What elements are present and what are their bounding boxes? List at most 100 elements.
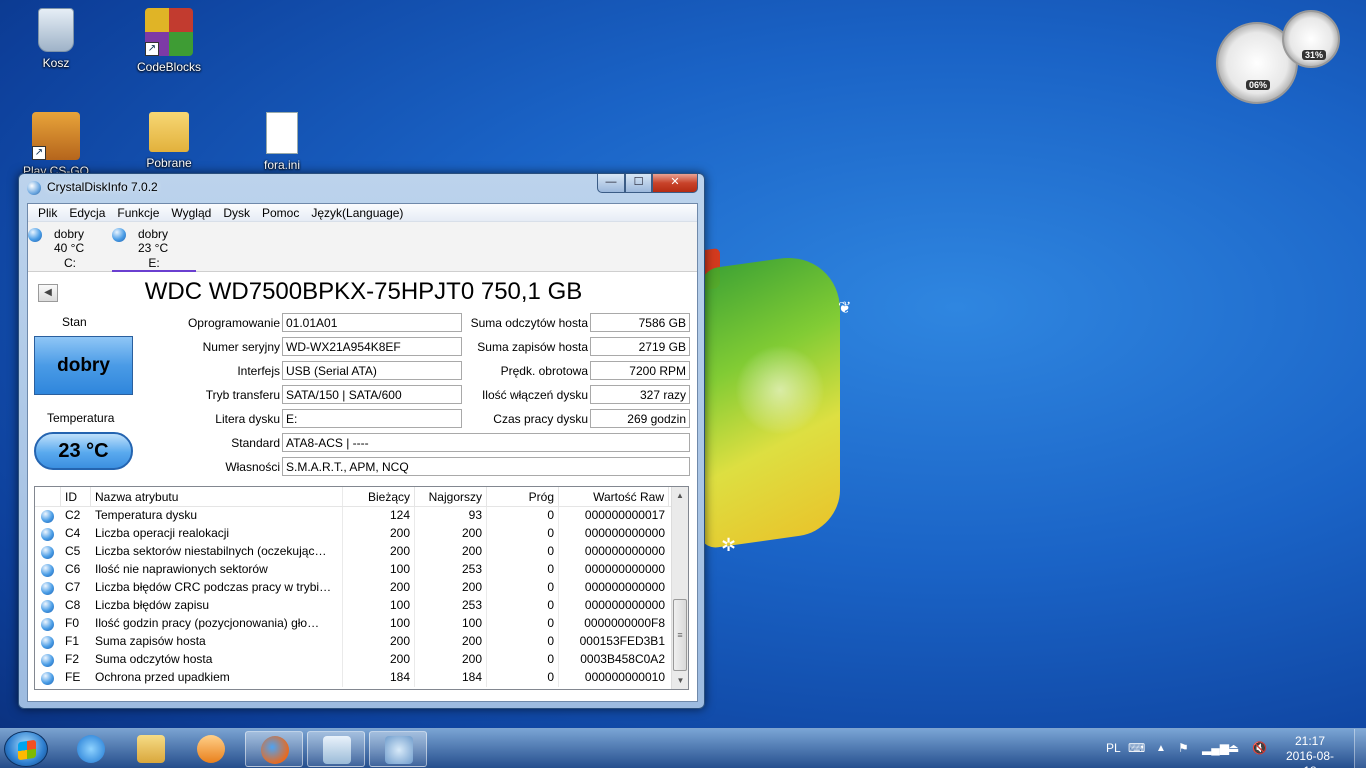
taskbar-firefox[interactable]	[245, 731, 303, 767]
cpu-meter-gadget[interactable]: 06% 31%	[1216, 10, 1341, 105]
host-writes-field: 2719 GB	[590, 337, 690, 356]
drive-letter-field: E:	[282, 409, 462, 428]
temperature-button[interactable]: 23 °C	[34, 432, 133, 470]
current-value: 200	[343, 633, 415, 651]
attribute-status-cell	[35, 633, 61, 651]
start-button[interactable]	[4, 731, 48, 767]
desktop-icon-codeblocks[interactable]: ↗ CodeBlocks	[129, 8, 209, 74]
raw-value: 000000000010	[584, 670, 665, 684]
maximize-button[interactable]: ☐	[625, 174, 652, 193]
disk-tab-e[interactable]: dobry 23 °C E:	[112, 224, 196, 272]
taskbar-notepad[interactable]	[307, 731, 365, 767]
health-status-icon	[41, 618, 54, 631]
raw-value: 000000000000	[584, 526, 665, 540]
menu-jezyk[interactable]: Język(Language)	[305, 204, 409, 221]
column-header-threshold[interactable]: Próg	[487, 487, 559, 506]
menu-funkcje[interactable]: Funkcje	[111, 204, 165, 221]
desktop-icon-fora-ini[interactable]: fora.ini	[242, 112, 322, 172]
scrollbar-thumb[interactable]: ≡	[673, 599, 687, 671]
column-header-name[interactable]: Nazwa atrybutu	[91, 487, 343, 506]
table-row[interactable]: F2 Suma odczytów hosta 200 200 0 0003B458C0A2	[35, 651, 688, 669]
health-status-icon	[41, 528, 54, 541]
raw-value: 000000000017	[584, 508, 665, 522]
column-header-current[interactable]: Bieżący	[343, 487, 415, 506]
table-row[interactable]: C5 Liczba sektorów niestabilnych (oczekuj…	[35, 543, 688, 561]
host-writes-label: Suma zapisów hosta	[477, 340, 588, 354]
taskbar-explorer[interactable]	[122, 731, 180, 767]
minimize-button[interactable]: —	[597, 174, 625, 193]
menu-edycja[interactable]: Edycja	[63, 204, 111, 221]
taskbar-crystaldiskinfo[interactable]	[369, 731, 427, 767]
vertical-scrollbar[interactable]: ▲ ≡ ▼	[671, 487, 688, 689]
taskbar-media-player[interactable]	[182, 731, 240, 767]
menu-plik[interactable]: Plik	[32, 204, 63, 221]
worst-value: 200	[415, 651, 487, 669]
network-signal-icon[interactable]: ▂▄▆	[1202, 741, 1229, 755]
health-status-icon	[41, 546, 54, 559]
language-indicator[interactable]: PL	[1106, 741, 1121, 755]
threshold-value: 0	[487, 561, 559, 579]
disk-tab-c[interactable]: dobry 40 °C C:	[28, 224, 112, 270]
menu-wyglad[interactable]: Wygląd	[165, 204, 217, 221]
show-desktop-button[interactable]	[1354, 729, 1366, 768]
table-row[interactable]: C4 Liczba operacji realokacji 200 200 0 00000…	[35, 525, 688, 543]
table-row[interactable]: FE Ochrona przed upadkiem 184 184 0 000000000…	[35, 669, 688, 687]
scroll-up-arrow-icon[interactable]: ▲	[672, 487, 688, 504]
attribute-id: C4	[65, 526, 81, 540]
health-status-icon	[41, 510, 54, 523]
threshold-value: 0	[487, 633, 559, 651]
desktop-icon-downloads[interactable]: Pobrane	[129, 112, 209, 170]
show-hidden-icons-icon[interactable]: ▲	[1156, 743, 1166, 754]
power-on-count-label: Ilość włączeń dysku	[481, 388, 588, 402]
attribute-name: Ilość nie naprawionych sektorów	[91, 561, 343, 579]
explorer-icon	[137, 735, 165, 763]
menu-dysk[interactable]: Dysk	[217, 204, 256, 221]
internet-explorer-icon	[77, 735, 105, 763]
table-row[interactable]: F0 Ilość godzin pracy (pozycjonowania) gł…	[35, 615, 688, 633]
status-column-header[interactable]	[35, 487, 61, 506]
title-bar[interactable]: CrystalDiskInfo 7.0.2 — ☐ ✕	[19, 174, 704, 202]
raw-value: 000000000000	[584, 562, 665, 576]
table-row[interactable]: C2 Temperatura dysku 124 93 0 000000000017	[35, 507, 688, 525]
action-center-flag-icon[interactable]: ⚑	[1178, 741, 1189, 755]
worst-value: 200	[415, 525, 487, 543]
system-clock[interactable]: 21:17 2016-08-18	[1280, 734, 1340, 768]
table-row[interactable]: F1 Suma zapisów hosta 200 200 0 000153FED3B1	[35, 633, 688, 651]
close-button[interactable]: ✕	[652, 174, 698, 193]
interface-field: USB (Serial ATA)	[282, 361, 462, 380]
worst-value: 253	[415, 561, 487, 579]
power-on-count-field: 327 razy	[590, 385, 690, 404]
attribute-name: Liczba operacji realokacji	[91, 525, 343, 543]
codeblocks-icon: ↗	[145, 8, 193, 56]
table-row[interactable]: C8 Liczba błędów zapisu 100 253 0 00000000000…	[35, 597, 688, 615]
scroll-down-arrow-icon[interactable]: ▼	[672, 672, 688, 689]
table-row[interactable]: C6 Ilość nie naprawionych sektorów 100 253 0…	[35, 561, 688, 579]
attribute-status-cell	[35, 669, 61, 687]
previous-disk-button[interactable]: ◀	[38, 284, 58, 302]
threshold-value: 0	[487, 669, 559, 687]
window-client-area: Plik Edycja Funkcje Wygląd Dysk Pomoc Ję…	[27, 203, 698, 702]
smart-attributes-table[interactable]: ID Nazwa atrybutu Bieżący Najgorszy Próg…	[34, 486, 689, 690]
attribute-status-cell	[35, 561, 61, 579]
host-reads-field: 7586 GB	[590, 313, 690, 332]
desktop-icon-csgo[interactable]: ↗ Play CS-GO	[16, 112, 96, 178]
menu-pomoc[interactable]: Pomoc	[256, 204, 305, 221]
taskbar-internet-explorer[interactable]	[62, 731, 120, 767]
table-row[interactable]: C7 Liczba błędów CRC podczas pracy w tryb…	[35, 579, 688, 597]
health-status-button[interactable]: dobry	[34, 336, 133, 395]
threshold-value: 0	[487, 543, 559, 561]
current-value: 184	[343, 669, 415, 687]
keyboard-icon[interactable]: ⌨	[1128, 741, 1145, 755]
transfer-mode-label: Tryb transferu	[205, 388, 280, 402]
table-body: C2 Temperatura dysku 124 93 0 000000000017 C4 L…	[35, 507, 688, 687]
column-header-raw[interactable]: Wartość Raw	[559, 487, 669, 506]
desktop-icon-label: CodeBlocks	[136, 60, 202, 74]
attribute-id: C6	[65, 562, 81, 576]
volume-muted-icon[interactable]: 🔇	[1252, 741, 1267, 755]
cpu-value: 06%	[1246, 80, 1271, 90]
column-header-worst[interactable]: Najgorszy	[415, 487, 487, 506]
column-header-id[interactable]: ID	[61, 487, 91, 506]
safely-remove-hardware-icon[interactable]: ⏏	[1228, 741, 1239, 755]
current-value: 100	[343, 597, 415, 615]
desktop-icon-recycle-bin[interactable]: Kosz	[16, 8, 96, 70]
